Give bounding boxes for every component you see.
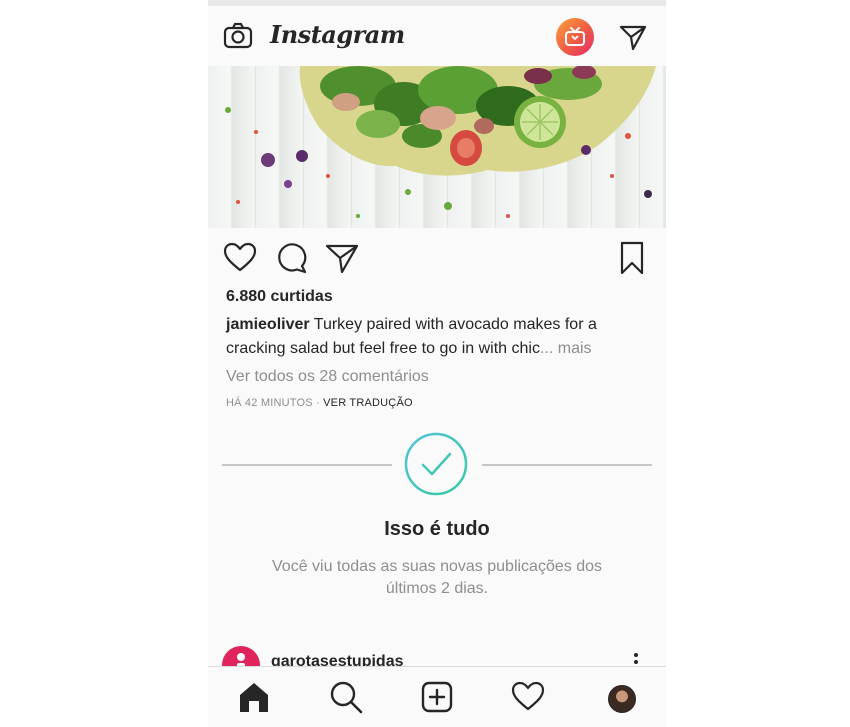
top-bar: Instagram [208, 6, 666, 67]
post-image[interactable] [208, 66, 666, 228]
caption-more-link[interactable]: ... mais [540, 340, 592, 357]
share-icon[interactable] [324, 240, 360, 276]
all-caught-up-subtitle: Você viu todas as suas novas publicações… [272, 558, 602, 597]
check-circle-icon [404, 432, 468, 496]
divider-right [482, 464, 652, 466]
post-actions [208, 236, 666, 280]
post-timestamp: HÁ 42 MINUTOS [226, 397, 313, 409]
comment-icon[interactable] [274, 240, 310, 276]
phone-screen: Instagram 6.880 curtidas jamieoliver Tur… [208, 0, 666, 727]
camera-icon[interactable] [222, 20, 254, 52]
caption-username[interactable]: jamieoliver [226, 316, 310, 333]
instagram-logo: Instagram [270, 20, 405, 49]
divider-left [222, 464, 392, 466]
post-timestamp-row: HÁ 42 MINUTOS · VER TRADUÇÃO [226, 397, 413, 409]
heart-icon[interactable] [222, 240, 258, 276]
bottom-nav [208, 666, 666, 727]
bookmark-icon[interactable] [614, 240, 650, 276]
likes-count[interactable]: 6.880 curtidas [226, 288, 333, 306]
view-comments-link[interactable]: Ver todos os 28 comentários [226, 368, 429, 386]
all-caught-up-title: Isso é tudo [384, 518, 490, 540]
search-icon[interactable] [328, 679, 364, 715]
timestamp-separator: · [312, 397, 324, 409]
home-icon[interactable] [236, 679, 272, 715]
post-caption: jamieoliver Turkey paired with avocado m… [226, 313, 646, 361]
direct-message-icon[interactable] [618, 22, 648, 52]
activity-heart-icon[interactable] [510, 679, 546, 715]
see-translation-link[interactable]: VER TRADUÇÃO [323, 397, 413, 409]
plus-square-icon[interactable] [419, 679, 455, 715]
profile-avatar[interactable] [608, 685, 636, 713]
igtv-icon[interactable] [556, 18, 594, 56]
